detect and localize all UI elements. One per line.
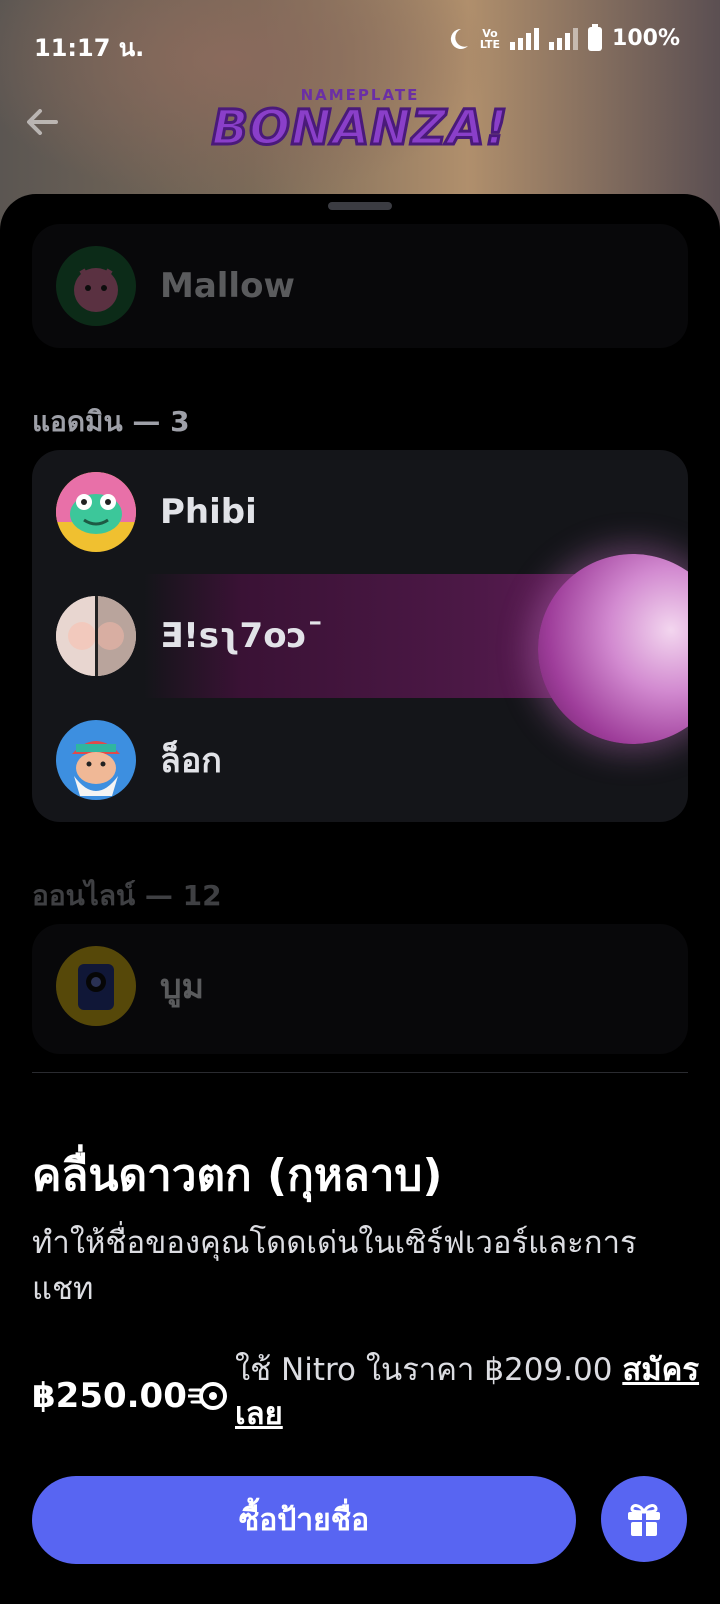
battery-icon — [588, 23, 603, 51]
member-row[interactable]: บูม — [32, 924, 688, 1048]
product-price: ฿250.00 — [32, 1376, 187, 1416]
divider — [32, 1072, 688, 1073]
online-section-header: ออนไลน์ — 12 — [32, 879, 222, 912]
avatar — [56, 596, 136, 676]
admin-section-header: แอดมิน — 3 — [32, 405, 190, 438]
member-name: บูม — [160, 967, 204, 1007]
subscribe-link[interactable]: สมัคร — [622, 1352, 699, 1388]
member-row[interactable]: ล็อก — [32, 698, 688, 822]
sheet-drag-handle[interactable] — [328, 202, 392, 210]
status-time: 11:17 น. — [34, 34, 145, 62]
online-members-card: บูม — [32, 924, 688, 1054]
member-card-top: Mallow — [32, 224, 688, 348]
member-name: Ǝ!sʅ7oɔ¯ — [160, 616, 324, 656]
avatar — [56, 472, 136, 552]
nitro-offer-text: ใช้ Nitro ในราคา ฿209.00 — [235, 1352, 623, 1388]
member-name: Phibi — [160, 492, 257, 532]
member-row[interactable]: Phibi — [32, 450, 688, 574]
subscribe-link-continued[interactable]: เลย — [235, 1392, 283, 1436]
nitro-icon — [188, 1382, 227, 1410]
gift-icon — [628, 1504, 660, 1536]
gift-button[interactable] — [601, 1476, 687, 1562]
volte-icon: Vo LTE — [479, 26, 501, 51]
status-bar: 11:17 น. Vo LTE 100% — [0, 0, 720, 84]
avatar — [56, 720, 136, 800]
member-row[interactable]: Ǝ!sʅ7oɔ¯ — [32, 554, 688, 744]
member-name: Mallow — [160, 266, 295, 306]
signal-5g-icon — [510, 27, 540, 50]
status-icons: Vo LTE 100% — [446, 23, 680, 51]
moon-icon — [450, 28, 468, 49]
member-name: ล็อก — [160, 741, 222, 781]
buy-nameplate-button[interactable]: ซื้อป้ายชื่อ — [32, 1476, 576, 1564]
avatar — [56, 946, 136, 1026]
member-row[interactable]: Mallow — [32, 224, 688, 348]
product-title: คลื่นดาวตก (กุหลาบ) — [32, 1150, 443, 1201]
product-description: ทำให้ชื่อของคุณโดดเด่นในเซิร์ฟเวอร์และกา… — [32, 1225, 637, 1307]
nitro-offer: ใช้ Nitro ในราคา ฿209.00 สมัคร — [235, 1348, 720, 1392]
battery-percent: 100% — [612, 26, 680, 51]
avatar — [56, 246, 136, 326]
admin-members-card: Phibi Ǝ!sʅ7oɔ¯ ล็อก — [32, 450, 688, 822]
nameplate-bonanza-logo: BONANZA! — [210, 99, 509, 158]
signal-icon — [549, 27, 579, 50]
